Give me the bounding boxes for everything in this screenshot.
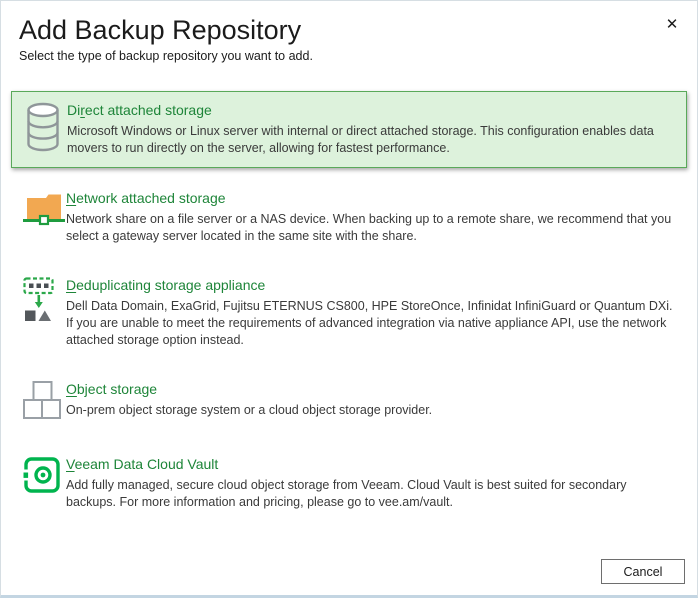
- object-blocks-icon: [19, 380, 61, 424]
- repository-type-list: Direct attached storage Microsoft Window…: [1, 91, 697, 521]
- title-mnemonic: O: [66, 381, 77, 397]
- item-description: On-prem object storage system or a cloud…: [66, 402, 674, 419]
- item-title-link[interactable]: Veeam Data Cloud Vault: [66, 455, 218, 473]
- item-content: Network attached storage Network share o…: [66, 189, 679, 245]
- title-text: Di: [67, 102, 80, 118]
- item-description: Dell Data Domain, ExaGrid, Fujitsu ETERN…: [66, 298, 674, 349]
- page-title: Add Backup Repository: [19, 13, 679, 47]
- item-deduplicating-storage-appliance[interactable]: Deduplicating storage appliance Dell Dat…: [11, 255, 687, 359]
- database-icon: [20, 101, 60, 157]
- item-content: Direct attached storage Microsoft Window…: [67, 101, 678, 157]
- item-content: Veeam Data Cloud Vault Add fully managed…: [66, 455, 679, 511]
- title-text: eduplicating storage appliance: [76, 277, 265, 293]
- item-title-link[interactable]: Network attached storage: [66, 189, 226, 207]
- title-text: bject storage: [77, 381, 157, 397]
- vault-icon: [19, 455, 61, 499]
- item-content: Deduplicating storage appliance Dell Dat…: [66, 276, 679, 349]
- item-object-storage[interactable]: Object storage On-prem object storage sy…: [11, 359, 687, 434]
- title-mnemonic: N: [66, 190, 76, 206]
- item-description: Network share on a file server or a NAS …: [66, 211, 674, 245]
- item-description: Add fully managed, secure cloud object s…: [66, 477, 674, 511]
- item-title-link[interactable]: Object storage: [66, 380, 157, 398]
- dialog-header: Add Backup Repository Select the type of…: [1, 1, 697, 65]
- item-title-link[interactable]: Direct attached storage: [67, 101, 212, 119]
- item-title-link[interactable]: Deduplicating storage appliance: [66, 276, 265, 294]
- close-icon[interactable]: ✕: [661, 13, 683, 35]
- item-direct-attached-storage[interactable]: Direct attached storage Microsoft Window…: [11, 91, 687, 168]
- title-text: eeam Data Cloud Vault: [75, 456, 219, 472]
- add-backup-repository-dialog: ✕ Add Backup Repository Select the type …: [0, 0, 698, 598]
- dedupe-appliance-icon: [19, 276, 55, 326]
- folder-network-icon: [19, 189, 65, 233]
- page-subtitle: Select the type of backup repository you…: [19, 47, 679, 65]
- item-content: Object storage On-prem object storage sy…: [66, 380, 679, 424]
- item-veeam-data-cloud-vault[interactable]: Veeam Data Cloud Vault Add fully managed…: [11, 434, 687, 521]
- item-description: Microsoft Windows or Linux server with i…: [67, 123, 675, 157]
- cancel-button[interactable]: Cancel: [601, 559, 685, 584]
- item-network-attached-storage[interactable]: Network attached storage Network share o…: [11, 168, 687, 255]
- title-text: ect attached storage: [85, 102, 212, 118]
- title-mnemonic: V: [66, 456, 75, 472]
- title-text: etwork attached storage: [76, 190, 225, 206]
- title-mnemonic: D: [66, 277, 76, 293]
